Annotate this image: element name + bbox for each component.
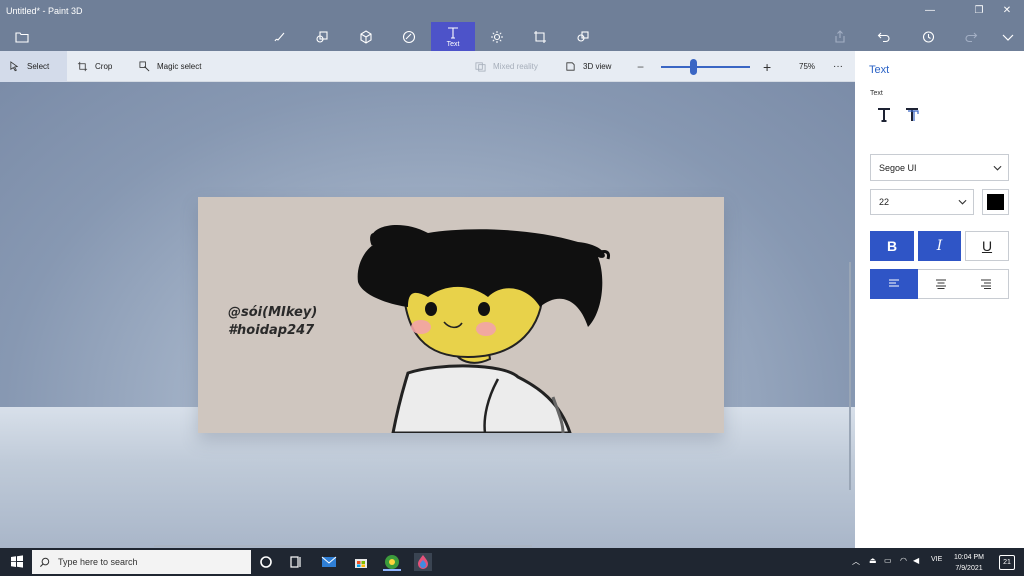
font-size-dropdown[interactable]: 22: [870, 189, 974, 215]
stickers-icon[interactable]: [389, 22, 429, 51]
text-side-panel: Text Text Segoe UI 22 B I U: [855, 51, 1024, 548]
maximize-button[interactable]: ❐: [971, 3, 987, 19]
browser-app-icon[interactable]: [383, 553, 401, 571]
battery-icon[interactable]: ▭: [884, 556, 892, 565]
horizontal-scrollbar[interactable]: [154, 545, 532, 547]
mixed-reality-icon: [475, 62, 486, 72]
panel-title: Text: [869, 64, 890, 76]
magic-select-label: Magic select: [157, 62, 202, 71]
drawing-canvas[interactable]: @sói(MIkey) #hoidap247: [198, 197, 724, 433]
3d-view-label: 3D view: [583, 62, 612, 71]
vertical-scrollbar[interactable]: [849, 262, 851, 490]
zoom-slider-thumb[interactable]: [690, 59, 697, 75]
zoom-slider-track[interactable]: [661, 66, 750, 68]
2d-shapes-icon[interactable]: [302, 22, 342, 51]
text-tool-label: Text: [446, 40, 460, 48]
text-icon: [448, 26, 458, 39]
tray-chevron-up-icon[interactable]: ︿: [852, 556, 860, 567]
align-center-icon: [935, 279, 946, 289]
align-left-button[interactable]: [870, 269, 918, 299]
font-family-dropdown[interactable]: Segoe UI: [870, 154, 1009, 181]
history-icon[interactable]: [908, 22, 948, 51]
crop-icon: [77, 61, 88, 72]
magic-select-icon: [139, 61, 150, 72]
select-label: Select: [27, 62, 50, 71]
mail-app-icon[interactable]: [320, 553, 338, 571]
expand-chevron-icon[interactable]: [988, 22, 1024, 51]
chevron-down-icon: [958, 199, 967, 205]
taskbar-clock[interactable]: 10:04 PM 7/9/2021: [948, 552, 990, 574]
wifi-icon[interactable]: ◠: [900, 556, 907, 565]
mixed-reality-label: Mixed reality: [493, 62, 538, 71]
align-left-icon: [889, 279, 899, 287]
canvas-text-block[interactable]: @sói(MIkey) #hoidap247: [228, 304, 317, 340]
align-right-icon: [980, 279, 991, 289]
workspace[interactable]: @sói(MIkey) #hoidap247: [0, 82, 855, 548]
zoom-out-button[interactable]: −: [628, 51, 653, 82]
crop-button[interactable]: Crop: [68, 51, 121, 82]
store-app-icon[interactable]: [352, 553, 370, 571]
brushes-icon[interactable]: [259, 22, 299, 51]
title-bar: Untitled* - Paint 3D — ❐ ✕: [0, 0, 1024, 22]
magic-select-button[interactable]: Magic select: [130, 51, 210, 82]
panel-subtitle: Text: [870, 90, 883, 97]
window-title: Untitled* - Paint 3D: [6, 6, 83, 16]
3d-view-button[interactable]: 3D view: [556, 51, 620, 82]
search-placeholder: Type here to search: [58, 557, 138, 567]
more-options-button[interactable]: ···: [824, 51, 852, 82]
canvas-text-line-1: @sói(MIkey): [228, 305, 318, 320]
font-family-value: Segoe UI: [879, 162, 917, 173]
redo-icon[interactable]: [951, 22, 991, 51]
crop-label: Crop: [95, 62, 113, 71]
cursor-icon: [10, 61, 19, 72]
align-center-button[interactable]: [918, 269, 963, 299]
3d-text-icon[interactable]: [903, 106, 921, 124]
text-tool-button[interactable]: Text: [431, 22, 475, 51]
select-button[interactable]: Select: [0, 51, 67, 82]
task-view-icon[interactable]: [287, 553, 305, 571]
share-icon[interactable]: [820, 22, 860, 51]
3d-view-icon: [566, 62, 575, 71]
close-button[interactable]: ✕: [999, 3, 1015, 19]
mixed-reality-button[interactable]: Mixed reality: [466, 51, 547, 82]
canvas-text-line-2: #hoidap247: [228, 323, 315, 338]
3d-library-icon[interactable]: [563, 22, 603, 51]
italic-button[interactable]: I: [918, 231, 961, 261]
input-language[interactable]: VIE: [931, 556, 942, 563]
underline-button[interactable]: U: [965, 231, 1009, 261]
clock-date: 7/9/2021: [955, 565, 983, 572]
canvas-crop-icon[interactable]: [520, 22, 560, 51]
2d-text-icon[interactable]: [875, 106, 893, 124]
paint-3d-app-icon[interactable]: [414, 553, 432, 571]
tray-usb-icon[interactable]: ⏏: [869, 556, 877, 565]
text-color-swatch[interactable]: [982, 189, 1009, 215]
volume-icon[interactable]: ◀: [913, 556, 919, 565]
search-icon: [39, 557, 50, 567]
effects-icon[interactable]: [477, 22, 517, 51]
cortana-icon[interactable]: [257, 553, 275, 571]
taskbar-search-box[interactable]: Type here to search: [32, 550, 251, 574]
zoom-in-button[interactable]: +: [754, 51, 780, 82]
chevron-down-icon: [993, 165, 1002, 171]
text-color-fill: [987, 194, 1004, 210]
taskbar: Type here to search ︿ ⏏ ▭ ◠ ◀ VIE 10:04 …: [0, 548, 1024, 576]
3d-shapes-icon[interactable]: [346, 22, 386, 51]
zoom-level[interactable]: 75%: [790, 51, 824, 82]
align-right-button[interactable]: [963, 269, 1009, 299]
font-size-value: 22: [879, 197, 890, 207]
undo-icon[interactable]: [864, 22, 904, 51]
menu-folder-icon[interactable]: [2, 22, 42, 51]
bold-button[interactable]: B: [870, 231, 914, 261]
clock-time: 10:04 PM: [954, 554, 984, 561]
notification-center-badge[interactable]: 21: [999, 555, 1015, 570]
windows-start-icon[interactable]: [8, 553, 26, 571]
minimize-button[interactable]: —: [922, 3, 938, 19]
main-toolbar: Text: [0, 22, 1024, 51]
